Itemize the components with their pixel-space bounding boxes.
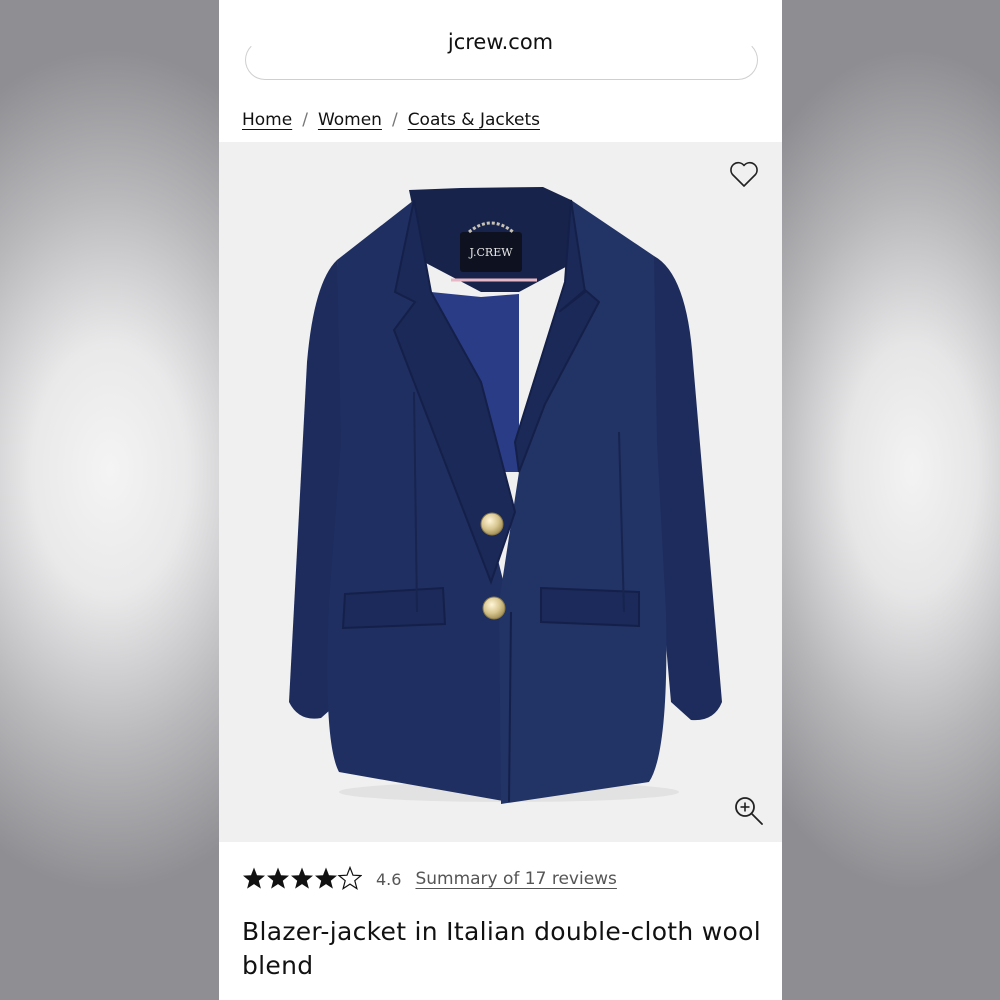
search-field-outline[interactable] [245, 40, 758, 80]
blazer-illustration: J.CREW [289, 187, 722, 804]
heart-icon[interactable] [729, 160, 759, 188]
breadcrumb-women[interactable]: Women [318, 110, 382, 130]
star-icon [291, 867, 313, 889]
browser-url-bar[interactable]: jcrew.com [219, 0, 782, 92]
product-image[interactable]: J.CREW [219, 142, 782, 842]
rating-value: 4.6 [376, 869, 402, 889]
breadcrumb-coats-jackets[interactable]: Coats & Jackets [408, 110, 540, 130]
mobile-screen: jcrew.com Home / Women / Coats & Jackets [219, 0, 782, 1000]
star-icon [243, 867, 265, 889]
breadcrumb: Home / Women / Coats & Jackets [242, 108, 540, 132]
reviews-summary-link[interactable]: Summary of 17 reviews [415, 869, 616, 889]
star-outline-icon [338, 866, 362, 890]
left-pocket-flap [341, 586, 447, 630]
star-rating [243, 866, 362, 890]
breadcrumb-separator: / [391, 110, 398, 130]
breadcrumb-separator: / [302, 110, 308, 130]
gold-button-top [480, 512, 504, 536]
star-icon [267, 867, 289, 889]
product-rating: 4.6 Summary of 17 reviews [242, 864, 617, 894]
page-backdrop-right [782, 0, 1000, 1000]
product-title: Blazer-jacket in Italian double-cloth wo… [242, 917, 761, 980]
breadcrumb-home[interactable]: Home [242, 110, 292, 130]
zoom-in-icon[interactable] [733, 795, 765, 827]
brand-label-logo: J.CREW [468, 246, 513, 259]
star-icon [315, 867, 337, 889]
gold-button-bottom [482, 596, 506, 620]
